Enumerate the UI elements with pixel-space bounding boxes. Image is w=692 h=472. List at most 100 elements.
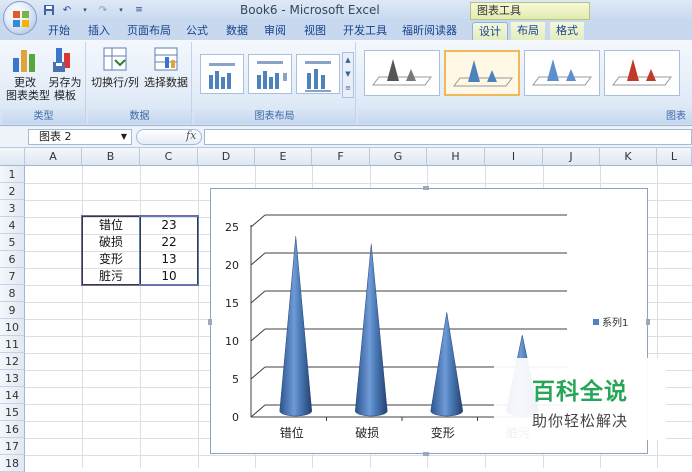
select-all-corner[interactable] xyxy=(0,148,25,166)
row-header[interactable]: 4 xyxy=(0,217,25,234)
tab-insert[interactable]: 插入 xyxy=(82,22,116,40)
tab-view[interactable]: 视图 xyxy=(298,22,332,40)
resize-handle[interactable] xyxy=(208,319,212,325)
cell-value[interactable]: 13 xyxy=(140,251,198,268)
tab-developer[interactable]: 开发工具 xyxy=(337,22,393,40)
save-icon[interactable] xyxy=(42,3,56,17)
column-header[interactable]: C xyxy=(140,148,198,166)
row-header[interactable]: 13 xyxy=(0,370,25,387)
column-header[interactable]: E xyxy=(255,148,312,166)
window-title: Book6 - Microsoft Excel xyxy=(240,3,380,17)
insert-function-icon[interactable]: fx xyxy=(186,129,196,142)
chart-layout-3[interactable] xyxy=(296,54,340,94)
chart-style-1[interactable] xyxy=(364,50,440,96)
legend-series-label: 系列1 xyxy=(602,318,629,329)
row-header[interactable]: 18 xyxy=(0,455,25,472)
change-chart-type-button[interactable]: 更改 图表类型 xyxy=(6,44,50,102)
column-header[interactable]: I xyxy=(485,148,543,166)
gridline xyxy=(25,183,692,184)
x-tick-label: 错位 xyxy=(280,425,304,440)
tab-foxit-reader[interactable]: 福昕阅读器 xyxy=(396,22,463,40)
title-bar: ↶ ▾ ↷ ▾ ≡ Book6 - Microsoft Excel 图表工具 xyxy=(0,0,692,20)
cell-label[interactable]: 脏污 xyxy=(82,268,140,285)
column-header[interactable]: A xyxy=(25,148,82,166)
row-header[interactable]: 3 xyxy=(0,200,25,217)
row-header[interactable]: 5 xyxy=(0,234,25,251)
row-header[interactable]: 10 xyxy=(0,319,25,336)
undo-dropdown-icon[interactable]: ▾ xyxy=(78,3,92,17)
chart-legend[interactable]: 系列1 xyxy=(593,314,628,329)
row-header[interactable]: 2 xyxy=(0,183,25,200)
switch-row-column-button[interactable]: 切换行/列 xyxy=(90,44,140,89)
resize-handle[interactable] xyxy=(423,452,429,456)
column-header[interactable]: K xyxy=(600,148,657,166)
tab-data[interactable]: 数据 xyxy=(220,22,254,40)
redo-icon[interactable]: ↷ xyxy=(96,3,110,17)
row-header[interactable]: 6 xyxy=(0,251,25,268)
name-box[interactable]: 图表 2 ▼ xyxy=(28,129,132,145)
tab-formulas[interactable]: 公式 xyxy=(180,22,214,40)
column-header[interactable]: G xyxy=(370,148,427,166)
resize-handle[interactable] xyxy=(646,319,650,325)
save-as-template-button[interactable]: 另存为 模板 xyxy=(46,44,84,102)
cone-style-thumbnail-icon xyxy=(372,59,432,86)
row-header[interactable]: 14 xyxy=(0,387,25,404)
y-tick-label: 0 xyxy=(232,411,239,424)
name-box-dropdown-icon[interactable]: ▼ xyxy=(121,130,127,144)
cone-style-thumbnail-icon xyxy=(612,59,672,86)
chart-layout-2[interactable] xyxy=(248,54,292,94)
group-label-data: 数据 xyxy=(88,110,191,124)
tab-format[interactable]: 格式 xyxy=(550,22,584,40)
tab-design[interactable]: 设计 xyxy=(472,22,508,40)
row-header[interactable]: 9 xyxy=(0,302,25,319)
row-header[interactable]: 15 xyxy=(0,404,25,421)
chart-layouts-scroll[interactable]: ▲ ▼ ≡ xyxy=(342,52,354,98)
cell-label[interactable]: 变形 xyxy=(82,251,140,268)
office-button[interactable] xyxy=(3,1,37,35)
column-header[interactable]: L xyxy=(657,148,692,166)
tab-home[interactable]: 开始 xyxy=(42,22,76,40)
chart-style-3[interactable] xyxy=(524,50,600,96)
redo-dropdown-icon[interactable]: ▾ xyxy=(114,3,128,17)
row-header[interactable]: 8 xyxy=(0,285,25,302)
row-header[interactable]: 17 xyxy=(0,438,25,455)
row-header[interactable]: 11 xyxy=(0,336,25,353)
formula-input[interactable] xyxy=(204,129,692,145)
tab-review[interactable]: 审阅 xyxy=(258,22,292,40)
cone-bar xyxy=(430,312,464,417)
row-header[interactable]: 7 xyxy=(0,268,25,285)
y-tick-label: 15 xyxy=(225,297,239,310)
tab-layout[interactable]: 布局 xyxy=(511,22,545,40)
resize-handle[interactable] xyxy=(423,186,429,190)
x-tick-label: 破损 xyxy=(355,425,379,440)
column-header[interactable]: H xyxy=(427,148,485,166)
row-header[interactable]: 1 xyxy=(0,166,25,183)
ribbon-group-chart-layouts: ▲ ▼ ≡ 图表布局 xyxy=(194,42,356,124)
cell-value[interactable]: 10 xyxy=(140,268,198,285)
ribbon: 更改 图表类型 另存为 模板 类型 切换行/列 选择数据 数据 ▲ ▼ ≡ 图表… xyxy=(0,40,692,126)
cell-value[interactable]: 22 xyxy=(140,234,198,251)
x-tick-label: 变形 xyxy=(431,425,455,440)
column-header[interactable]: F xyxy=(312,148,370,166)
column-header[interactable]: D xyxy=(198,148,255,166)
chart-style-4[interactable] xyxy=(604,50,680,96)
select-data-button[interactable]: 选择数据 xyxy=(142,44,190,89)
ribbon-group-type: 更改 图表类型 另存为 模板 类型 xyxy=(2,42,86,124)
watermark: 百科全说 助你轻松解决 xyxy=(494,358,666,440)
tab-page-layout[interactable]: 页面布局 xyxy=(121,22,177,40)
gridline-side xyxy=(250,366,266,380)
cell-label[interactable]: 破损 xyxy=(82,234,140,251)
cell-value[interactable]: 23 xyxy=(140,217,198,234)
undo-icon[interactable]: ↶ xyxy=(60,3,74,17)
chart-style-2[interactable] xyxy=(444,50,520,96)
cone-bar xyxy=(354,243,388,417)
column-header[interactable]: J xyxy=(543,148,600,166)
cell-label[interactable]: 错位 xyxy=(82,217,140,234)
chart-layout-1[interactable] xyxy=(200,54,244,94)
row-header[interactable]: 16 xyxy=(0,421,25,438)
column-header[interactable]: B xyxy=(82,148,140,166)
formula-bar: 图表 2 ▼ fx xyxy=(0,126,692,148)
row-header[interactable]: 12 xyxy=(0,353,25,370)
gridline xyxy=(198,166,199,468)
customize-qat-icon[interactable]: ≡ xyxy=(132,3,146,17)
